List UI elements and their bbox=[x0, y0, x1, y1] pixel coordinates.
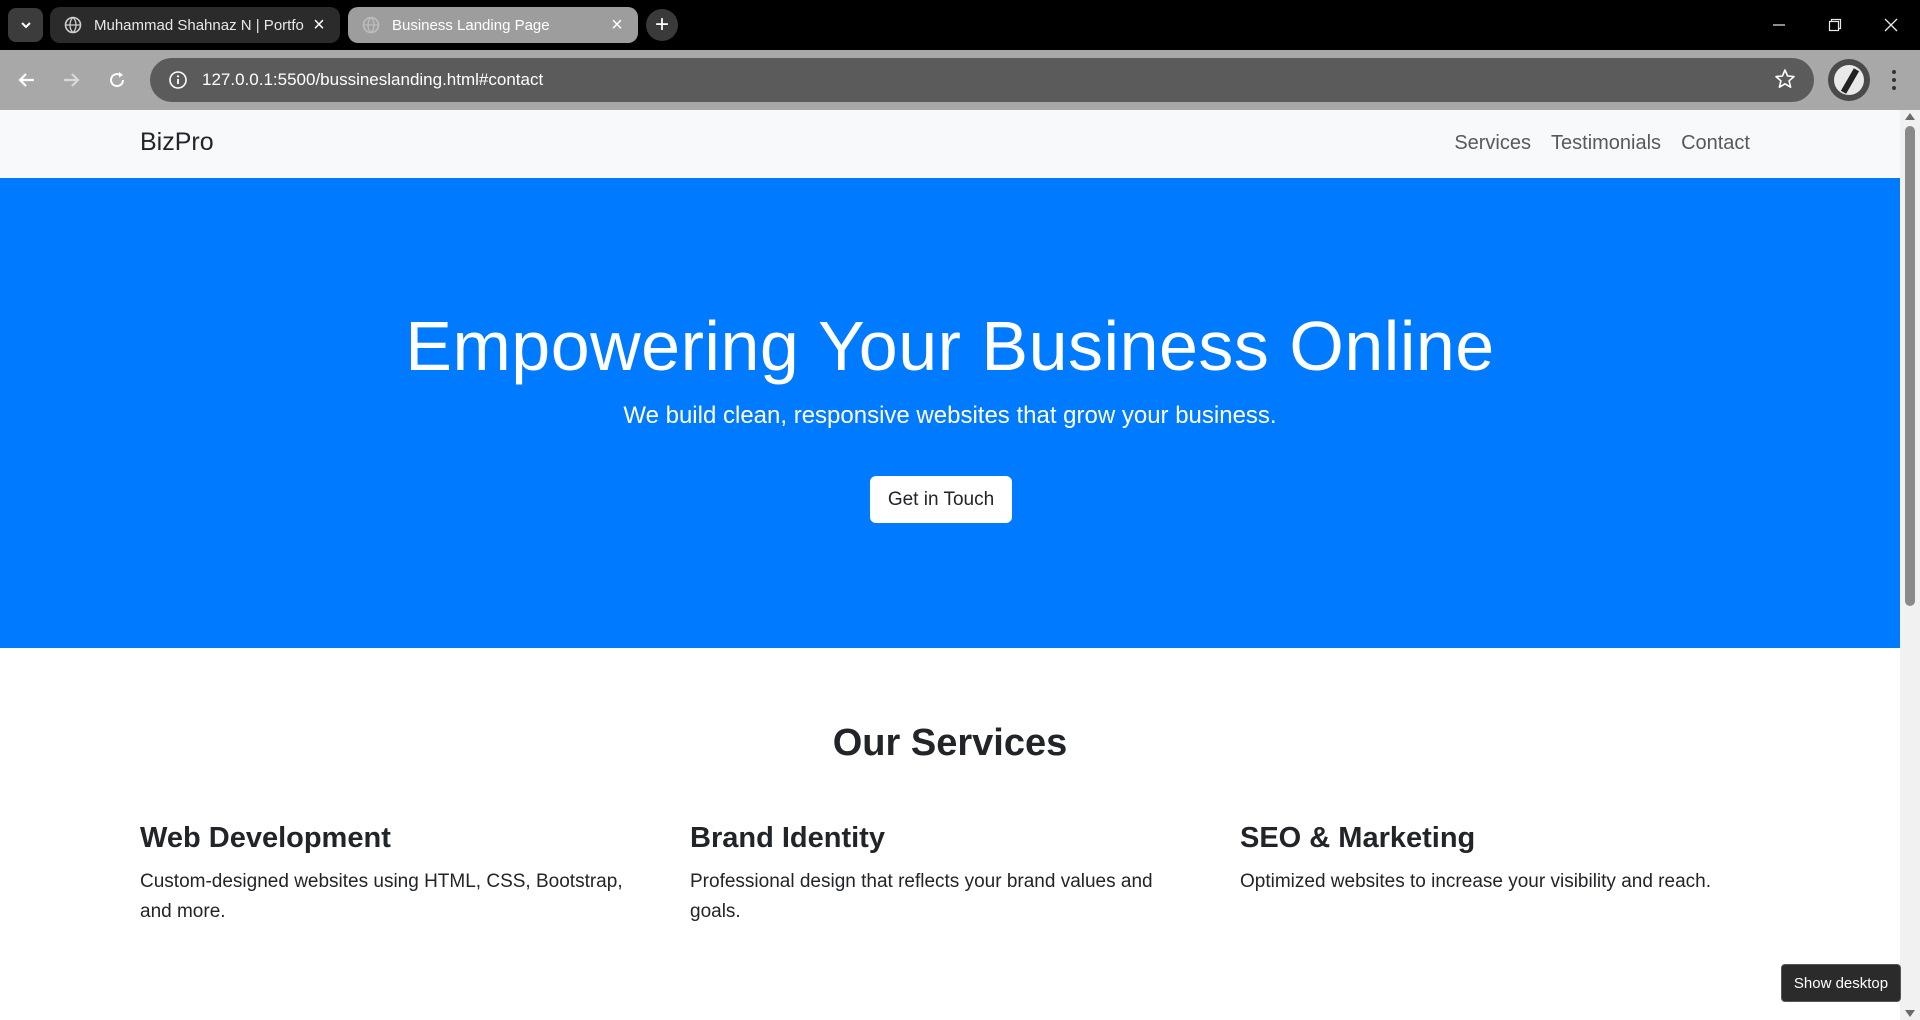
service-card-brand-identity: Brand Identity Professional design that … bbox=[690, 822, 1200, 927]
url-text: 127.0.0.1:5500/bussineslanding.html#cont… bbox=[202, 70, 544, 89]
profile-avatar[interactable] bbox=[1828, 59, 1870, 101]
service-description: Optimized websites to increase your visi… bbox=[1240, 871, 1711, 892]
more-menu-icon[interactable] bbox=[1880, 66, 1908, 94]
nav-link-testimonials[interactable]: Testimonials bbox=[1551, 132, 1661, 155]
site-navbar: BizPro Services Testimonials Contact bbox=[0, 110, 1900, 178]
bookmark-star-icon[interactable] bbox=[1774, 68, 1796, 90]
restore-icon bbox=[1828, 18, 1842, 32]
minimize-button[interactable] bbox=[1751, 0, 1807, 50]
close-tab-icon[interactable]: × bbox=[308, 14, 330, 36]
address-bar[interactable]: 127.0.0.1:5500/bussineslanding.html#cont… bbox=[150, 58, 1814, 102]
tab-title: Business Landing Page bbox=[392, 16, 550, 34]
tab-search-button[interactable] bbox=[8, 8, 43, 42]
tab-portfolio[interactable]: Muhammad Shahnaz N | Portfo × bbox=[50, 7, 340, 43]
tab-title: Muhammad Shahnaz N | Portfo bbox=[94, 16, 304, 34]
service-card-web-development: Web Development Custom-designed websites… bbox=[140, 822, 650, 927]
globe-icon bbox=[362, 16, 380, 34]
globe-icon bbox=[64, 16, 82, 34]
tab-strip: Muhammad Shahnaz N | Portfo × Business L… bbox=[0, 0, 1920, 50]
arrow-left-icon bbox=[18, 73, 34, 87]
back-button[interactable] bbox=[9, 62, 45, 98]
page-scrollbar[interactable] bbox=[1900, 110, 1920, 1020]
hero-subtitle: We build clean, responsive websites that… bbox=[623, 402, 1277, 429]
show-desktop-tooltip: Show desktop bbox=[1781, 964, 1901, 1002]
chevron-down-icon bbox=[20, 22, 31, 29]
scroll-down-icon[interactable] bbox=[1905, 1010, 1915, 1017]
scrollbar-thumb[interactable] bbox=[1905, 126, 1915, 606]
reload-icon bbox=[110, 72, 125, 88]
brand-logo[interactable]: BizPro bbox=[140, 128, 214, 157]
minimize-icon bbox=[1773, 24, 1785, 26]
avatar bbox=[1834, 65, 1864, 95]
reload-button[interactable] bbox=[99, 62, 135, 98]
forward-button[interactable] bbox=[53, 62, 89, 98]
service-title: Brand Identity bbox=[690, 822, 885, 854]
tab-business-landing[interactable]: Business Landing Page × bbox=[348, 7, 638, 43]
services-title: Our Services bbox=[832, 722, 1068, 764]
get-in-touch-button[interactable]: Get in Touch bbox=[870, 476, 1012, 523]
close-window-button[interactable] bbox=[1863, 0, 1919, 50]
close-icon bbox=[1884, 18, 1898, 32]
restore-button[interactable] bbox=[1807, 0, 1863, 50]
page-viewport: BizPro Services Testimonials Contact Emp… bbox=[0, 110, 1900, 1020]
service-description: Custom-designed websites using HTML, CSS… bbox=[140, 871, 623, 922]
nav-link-contact[interactable]: Contact bbox=[1681, 132, 1750, 155]
new-tab-button[interactable]: + bbox=[646, 9, 678, 41]
site-info-icon[interactable] bbox=[156, 58, 200, 102]
arrow-right-icon bbox=[64, 73, 80, 87]
nav-link-services[interactable]: Services bbox=[1454, 132, 1531, 155]
service-description: Professional design that reflects your b… bbox=[690, 871, 1153, 922]
service-title: SEO & Marketing bbox=[1240, 822, 1476, 854]
hero-title: Empowering Your Business Online bbox=[405, 307, 1495, 385]
browser-toolbar: 127.0.0.1:5500/bussineslanding.html#cont… bbox=[0, 50, 1920, 110]
nav-links: Services Testimonials Contact bbox=[1454, 132, 1750, 155]
hero-section: Empowering Your Business Online We build… bbox=[0, 178, 1900, 648]
close-tab-icon[interactable]: × bbox=[606, 14, 628, 36]
service-title: Web Development bbox=[140, 822, 391, 854]
service-card-seo-marketing: SEO & Marketing Optimized websites to in… bbox=[1240, 822, 1760, 897]
scroll-up-icon[interactable] bbox=[1905, 113, 1915, 120]
